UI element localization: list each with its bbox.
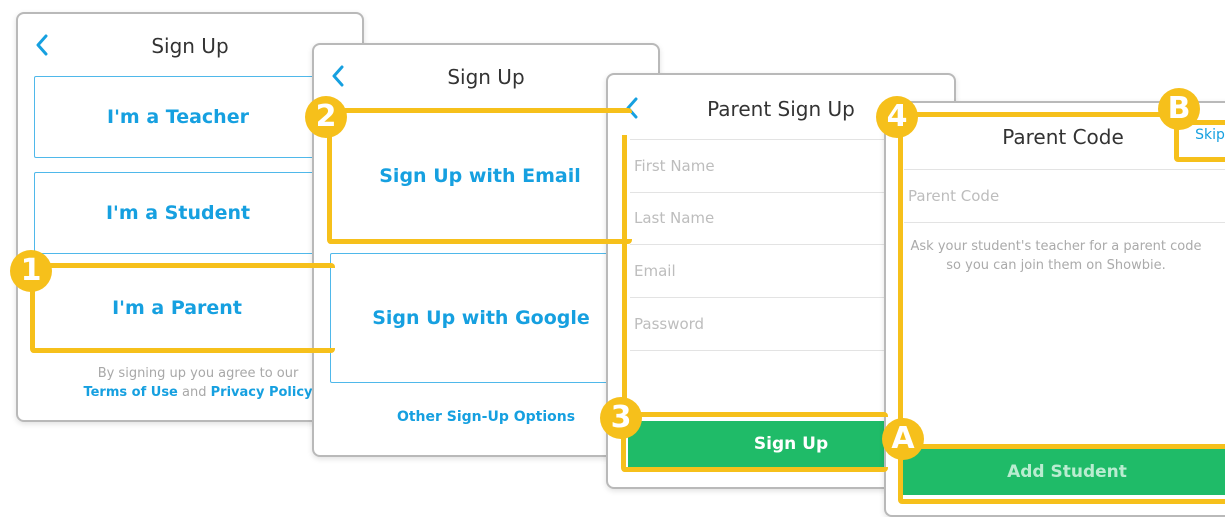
marker-label: A — [891, 421, 915, 456]
teacher-option-button[interactable]: I'm a Teacher — [34, 76, 322, 158]
legal-notice: By signing up you agree to our Terms of … — [48, 364, 348, 402]
parent-option-button[interactable]: I'm a Parent — [34, 268, 320, 348]
marker-label: B — [1167, 91, 1191, 126]
marker-label: 2 — [315, 99, 337, 134]
step-marker-b: B — [1158, 88, 1200, 130]
step-marker-4: 4 — [876, 96, 918, 138]
student-option-button[interactable]: I'm a Student — [34, 172, 322, 254]
step-marker-2: 2 — [305, 96, 347, 138]
signup-google-button[interactable]: Sign Up with Google — [330, 253, 632, 383]
signup-email-button[interactable]: Sign Up with Email — [330, 115, 630, 237]
step-marker-3: 3 — [600, 397, 642, 439]
legal-and: and — [182, 385, 207, 400]
marker-label: 4 — [886, 99, 908, 134]
add-student-button[interactable]: Add Student — [902, 449, 1225, 495]
marker-label: 1 — [20, 253, 42, 288]
legal-prefix: By signing up you agree to our — [97, 366, 299, 381]
screen-title: Sign Up — [151, 34, 229, 58]
parent-code-field[interactable]: Parent Code — [904, 169, 1225, 223]
parent-code-screen: Parent Code Skip Parent Code Ask your st… — [884, 101, 1225, 517]
terms-of-use-link[interactable]: Terms of Use — [83, 385, 177, 400]
step-marker-a: A — [882, 418, 924, 460]
parent-code-helper-text: Ask your student's teacher for a parent … — [910, 239, 1202, 273]
step-marker-1: 1 — [10, 250, 52, 292]
marker-label: 3 — [610, 400, 632, 435]
privacy-policy-link[interactable]: Privacy Policy — [211, 385, 313, 400]
skip-button[interactable]: Skip — [1190, 127, 1225, 143]
